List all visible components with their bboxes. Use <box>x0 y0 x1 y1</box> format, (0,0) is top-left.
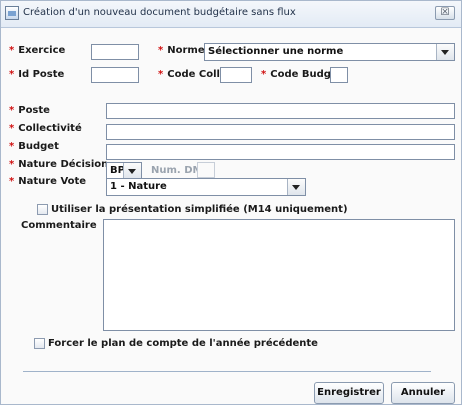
chevron-down-icon[interactable] <box>287 179 305 195</box>
chevron-down-icon[interactable] <box>123 163 141 179</box>
save-button[interactable]: Enregistrer <box>314 382 384 404</box>
num-dm-input <box>197 162 215 178</box>
budget-input[interactable] <box>106 144 455 160</box>
norme-select[interactable]: Sélectionner une norme <box>204 43 455 61</box>
code-budg-input[interactable] <box>330 67 348 83</box>
separator <box>23 371 431 372</box>
id-poste-input[interactable] <box>91 67 139 83</box>
nature-vote-value: 1 - Nature <box>110 181 167 192</box>
title-bar[interactable]: Création d'un nouveau document budgétair… <box>1 1 461 28</box>
collectivite-label: * Collectivité <box>9 123 82 134</box>
commentaire-textarea[interactable] <box>103 219 455 331</box>
code-coll-input[interactable] <box>220 67 252 83</box>
poste-input[interactable] <box>106 103 455 119</box>
id-poste-label: * Id Poste <box>9 69 65 80</box>
budget-label: * Budget <box>9 141 59 152</box>
close-button[interactable]: ☒ <box>435 6 455 20</box>
collectivite-input[interactable] <box>106 124 455 140</box>
commentaire-label: Commentaire <box>21 220 97 231</box>
nature-decision-label: * Nature Décision <box>9 159 109 170</box>
cancel-button[interactable]: Annuler <box>391 382 455 404</box>
simplified-checkbox[interactable] <box>37 204 48 215</box>
code-coll-label: * Code Coll. <box>158 69 224 80</box>
exercice-input[interactable] <box>91 44 139 60</box>
norme-label: * Norme <box>158 45 205 56</box>
chevron-down-icon[interactable] <box>436 44 454 60</box>
nature-vote-select[interactable]: 1 - Nature <box>106 178 306 196</box>
force-plan-label[interactable]: Forcer le plan de compte de l'année préc… <box>48 338 318 349</box>
dialog-window: Création d'un nouveau document budgétair… <box>0 0 462 405</box>
app-icon <box>5 6 19 20</box>
num-dm-label: Num. DM <box>151 165 203 176</box>
window-title: Création d'un nouveau document budgétair… <box>23 7 296 18</box>
simplified-label[interactable]: Utiliser la présentation simplifiée (M14… <box>51 204 348 215</box>
force-plan-checkbox[interactable] <box>34 338 45 349</box>
norme-select-value: Sélectionner une norme <box>208 46 344 57</box>
exercice-label: * Exercice <box>9 45 66 56</box>
nature-vote-label: * Nature Vote <box>9 176 87 187</box>
code-budg-label: * Code Budg. <box>261 69 335 80</box>
poste-label: * Poste <box>9 105 50 116</box>
